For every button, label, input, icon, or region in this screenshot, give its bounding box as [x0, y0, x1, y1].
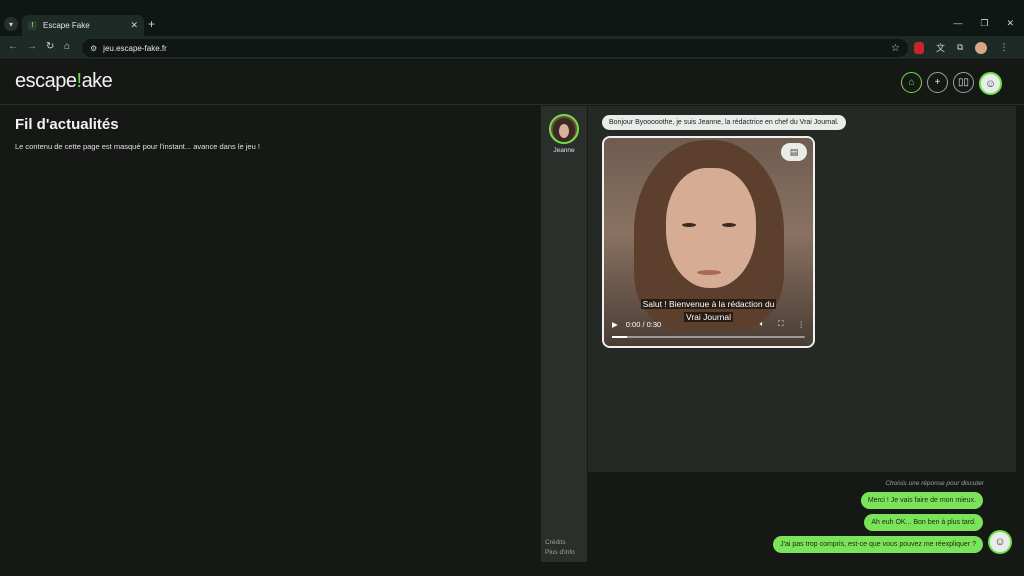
- restore-icon[interactable]: ❐: [980, 18, 988, 29]
- side-links: Crédits Plus d'info: [545, 538, 575, 558]
- feed-description: Le contenu de cette page est masqué pour…: [15, 142, 260, 151]
- subtitle-line-1: Salut ! Bienvenue à la rédaction du: [640, 299, 777, 309]
- volume-icon[interactable]: 🔈︎: [760, 319, 765, 329]
- new-tab-icon[interactable]: +: [148, 18, 155, 30]
- home-icon[interactable]: ⌂: [901, 72, 922, 93]
- tab-search-icon[interactable]: ▾: [4, 17, 18, 31]
- contact-jeanne[interactable]: Jeanne: [549, 114, 579, 154]
- back-icon[interactable]: ←: [8, 41, 18, 52]
- video-player[interactable]: ▤ Salut ! Bienvenue à la rédaction du Vr…: [602, 136, 815, 348]
- site-info-icon[interactable]: ⚙: [90, 44, 97, 53]
- reload-icon[interactable]: ↻: [46, 41, 54, 52]
- video-controls: ▶ 0:00 / 0:30 🔈︎ ⛶ ⋮: [612, 318, 805, 330]
- contact-avatar: [549, 114, 579, 144]
- url-text: jeu.escape-fake.fr: [103, 43, 167, 53]
- profile-avatar[interactable]: [975, 41, 988, 54]
- logo-part1: escape: [15, 70, 77, 92]
- video-progress-fill: [612, 336, 628, 338]
- forward-icon[interactable]: →: [27, 41, 37, 52]
- play-icon[interactable]: ▶: [612, 320, 618, 329]
- contact-name: Jeanne: [553, 147, 575, 154]
- close-window-icon[interactable]: ✕: [1006, 18, 1014, 29]
- minimize-icon[interactable]: —: [953, 18, 962, 29]
- book-icon[interactable]: ▯▯: [953, 72, 974, 93]
- menu-dots-icon[interactable]: ⋮: [999, 42, 1008, 53]
- transcript-icon[interactable]: ▤: [781, 143, 807, 161]
- extension-icon[interactable]: [914, 41, 924, 54]
- header-buttons: ⌂ + ▯▯ ☺: [901, 72, 1002, 95]
- escape-fake-logo[interactable]: escape!ake: [15, 70, 113, 93]
- tab-close-icon[interactable]: ✕: [130, 20, 138, 31]
- video-time: 0:00 / 0:30: [625, 319, 662, 329]
- more-options-icon[interactable]: ⋮: [798, 320, 806, 329]
- translate-icon[interactable]: 文: [936, 41, 945, 54]
- app-header: escape!ake ⌂ + ▯▯ ☺: [0, 60, 1024, 105]
- plus-icon[interactable]: +: [927, 72, 948, 93]
- player-avatar: ☺: [988, 530, 1012, 554]
- answer-option-3[interactable]: J'ai pas trop compris, est-ce que vous p…: [773, 536, 983, 553]
- contacts-column: Jeanne Crédits Plus d'info: [541, 106, 587, 562]
- news-feed: Fil d'actualités Le contenu de cette pag…: [0, 106, 541, 576]
- browser-tab[interactable]: ! Escape Fake ✕: [22, 15, 144, 36]
- browser-tabbar: ▾ ! Escape Fake ✕ + — ❐ ✕: [0, 0, 1024, 36]
- answer-option-2[interactable]: Ah euh OK... Bon ben à plus tard.: [864, 514, 983, 531]
- home-browser-icon[interactable]: ⌂: [64, 41, 70, 52]
- address-bar[interactable]: ⚙ jeu.escape-fake.fr ☆: [82, 39, 908, 57]
- chat-panel: Bonjour Byooooothe, je suis Jeanne, la r…: [588, 106, 1016, 472]
- user-avatar[interactable]: ☺: [979, 72, 1002, 95]
- puzzle-icon[interactable]: ⧉: [957, 42, 963, 53]
- feed-title: Fil d'actualités: [15, 116, 119, 133]
- answer-hint: Choisis une réponse pour discuter: [885, 480, 984, 487]
- tab-title: Escape Fake: [43, 21, 90, 30]
- answer-option-1[interactable]: Merci ! Je vais faire de mon mieux.: [860, 492, 983, 509]
- credits-link[interactable]: Crédits: [545, 538, 575, 548]
- browser-toolbar: ← → ↻ ⌂ ⚙ jeu.escape-fake.fr ☆ 文 ⧉ ⋮: [0, 36, 1024, 60]
- extensions-area: 文 ⧉ ⋮: [914, 41, 1008, 54]
- answers-area: Choisis une réponse pour discuter Merci …: [588, 472, 1016, 576]
- incoming-message: Bonjour Byooooothe, je suis Jeanne, la r…: [602, 115, 846, 130]
- more-info-link[interactable]: Plus d'info: [545, 548, 575, 558]
- video-progress-bar[interactable]: [612, 336, 805, 338]
- logo-part2: ake: [81, 70, 113, 92]
- fullscreen-icon[interactable]: ⛶: [778, 319, 783, 329]
- bookmark-star-icon[interactable]: ☆: [891, 43, 900, 54]
- window-controls: — ❐ ✕: [953, 18, 1014, 29]
- favicon-icon: !: [28, 21, 37, 30]
